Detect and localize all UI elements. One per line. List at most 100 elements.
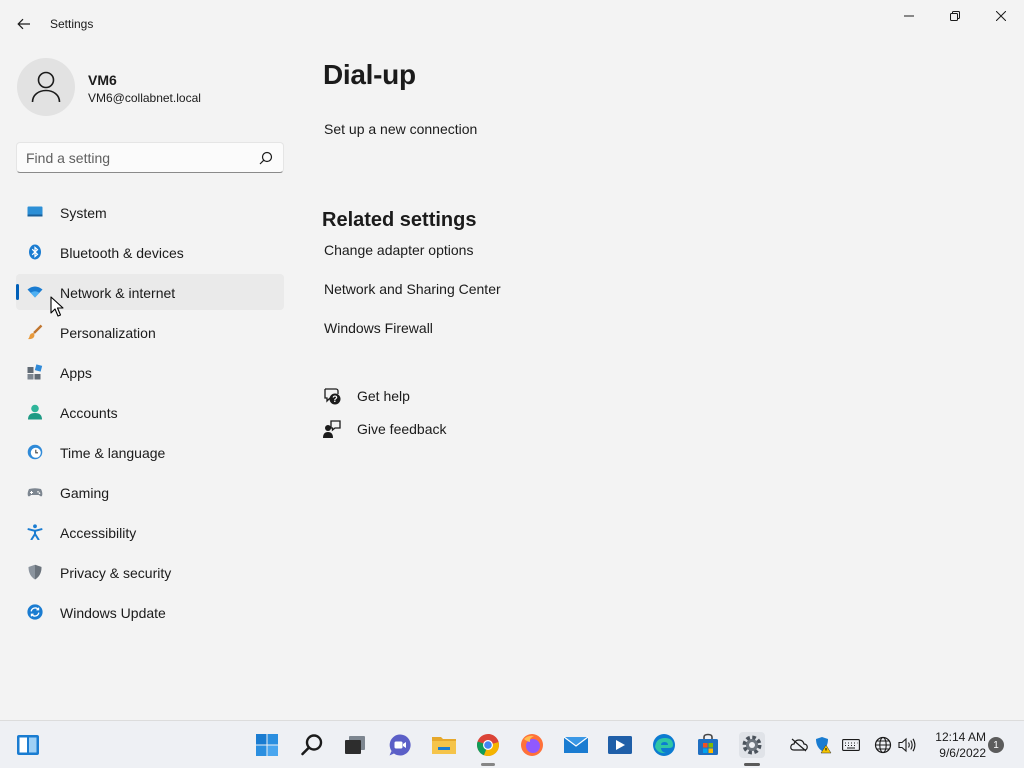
give-feedback-label: Give feedback bbox=[357, 421, 447, 437]
search-icon bbox=[301, 734, 323, 756]
network-sharing-center-link[interactable]: Network and Sharing Center bbox=[324, 281, 501, 297]
chat-icon bbox=[389, 734, 411, 756]
start-button[interactable] bbox=[254, 732, 280, 758]
task-view-icon bbox=[345, 736, 365, 754]
user-email: VM6@collabnet.local bbox=[88, 91, 201, 105]
volume-button[interactable] bbox=[898, 736, 916, 754]
firefox-icon bbox=[521, 734, 543, 756]
task-view-button[interactable] bbox=[342, 732, 368, 758]
sidebar-item-bluetooth[interactable]: Bluetooth & devices bbox=[16, 234, 284, 270]
notification-badge[interactable]: 1 bbox=[988, 737, 1004, 753]
change-adapter-options-link[interactable]: Change adapter options bbox=[324, 242, 473, 258]
page-title: Dial-up bbox=[323, 59, 416, 90]
keyboard-button[interactable] bbox=[842, 736, 860, 754]
app-title: Settings bbox=[50, 17, 94, 31]
gamepad-icon bbox=[27, 488, 43, 497]
network-globe-icon bbox=[874, 736, 892, 754]
store-button[interactable] bbox=[695, 732, 721, 758]
sidebar-item-label: Apps bbox=[60, 365, 92, 381]
sidebar-item-privacy[interactable]: Privacy & security bbox=[16, 554, 284, 590]
file-explorer-icon bbox=[432, 737, 456, 754]
mouse-cursor-icon bbox=[50, 296, 64, 317]
apps-icon bbox=[27, 364, 43, 380]
sidebar-item-label: Accounts bbox=[60, 405, 118, 421]
minimize-button[interactable] bbox=[886, 0, 932, 32]
svg-text:?: ? bbox=[332, 394, 338, 404]
keyboard-icon bbox=[842, 739, 860, 751]
sidebar-item-label: Privacy & security bbox=[60, 565, 172, 581]
firefox-button[interactable] bbox=[519, 732, 545, 758]
back-button[interactable] bbox=[10, 12, 38, 36]
volume-icon bbox=[898, 737, 916, 753]
sidebar-item-label: Windows Update bbox=[60, 605, 166, 621]
mail-button[interactable] bbox=[563, 732, 589, 758]
user-name: VM6 bbox=[88, 72, 117, 88]
shield-icon bbox=[28, 564, 42, 580]
give-feedback-link[interactable]: Give feedback bbox=[322, 418, 447, 440]
avatar[interactable] bbox=[17, 58, 75, 116]
update-icon bbox=[27, 604, 43, 620]
chrome-button[interactable] bbox=[475, 732, 501, 758]
person-icon bbox=[28, 404, 42, 420]
edge-icon bbox=[653, 734, 675, 756]
setup-connection-link[interactable]: Set up a new connection bbox=[324, 121, 477, 137]
clock-globe-icon bbox=[27, 444, 43, 460]
search-icon[interactable] bbox=[259, 151, 273, 165]
chrome-icon bbox=[477, 734, 499, 757]
sidebar-item-personalization[interactable]: Personalization bbox=[16, 314, 284, 350]
windows-firewall-link[interactable]: Windows Firewall bbox=[324, 320, 433, 336]
vm-app-button[interactable] bbox=[607, 732, 633, 758]
vm-icon bbox=[608, 736, 632, 754]
wifi-icon bbox=[27, 286, 43, 298]
security-button[interactable] bbox=[814, 736, 832, 754]
settings-taskbar-button[interactable] bbox=[739, 732, 765, 758]
maximize-button[interactable] bbox=[932, 0, 978, 32]
get-help-label: Get help bbox=[357, 388, 410, 404]
clock-time: 12:14 AM bbox=[935, 730, 986, 744]
settings-icon bbox=[742, 735, 762, 755]
sidebar-item-label: System bbox=[60, 205, 107, 221]
edge-button[interactable] bbox=[651, 732, 677, 758]
sidebar-item-time-language[interactable]: Time & language bbox=[16, 434, 284, 470]
sidebar-item-accounts[interactable]: Accounts bbox=[16, 394, 284, 430]
minimize-icon bbox=[904, 15, 914, 17]
sidebar-item-label: Network & internet bbox=[60, 285, 176, 301]
clock-date: 9/6/2022 bbox=[939, 746, 986, 760]
person-icon bbox=[31, 71, 61, 103]
feedback-icon bbox=[323, 420, 341, 438]
close-icon bbox=[996, 11, 1006, 21]
sidebar-item-gaming[interactable]: Gaming bbox=[16, 474, 284, 510]
bluetooth-icon bbox=[29, 244, 41, 260]
sidebar-item-label: Bluetooth & devices bbox=[60, 245, 184, 261]
taskbar-search-button[interactable] bbox=[299, 732, 325, 758]
get-help-icon: ? bbox=[324, 388, 341, 405]
accessibility-icon bbox=[27, 524, 43, 540]
widgets-button[interactable] bbox=[15, 732, 41, 758]
sidebar-item-accessibility[interactable]: Accessibility bbox=[16, 514, 284, 550]
selection-indicator bbox=[16, 284, 19, 300]
chrome-running-indicator bbox=[481, 763, 495, 766]
system-icon bbox=[27, 206, 43, 217]
sidebar-item-label: Accessibility bbox=[60, 525, 137, 541]
get-help-link[interactable]: ? Get help bbox=[322, 385, 410, 407]
sidebar-item-label: Gaming bbox=[60, 485, 110, 501]
start-icon bbox=[256, 734, 278, 756]
sidebar-item-system[interactable]: System bbox=[16, 194, 284, 230]
sidebar-item-label: Personalization bbox=[60, 325, 156, 341]
taskbar-clock[interactable]: 12:14 AM 9/6/2022 bbox=[926, 729, 986, 761]
search-input[interactable] bbox=[26, 149, 251, 167]
related-settings-heading: Related settings bbox=[322, 209, 477, 231]
back-arrow-icon bbox=[17, 18, 30, 30]
network-button[interactable] bbox=[874, 736, 892, 754]
widgets-icon bbox=[17, 735, 39, 755]
restore-icon bbox=[950, 11, 960, 21]
onedrive-button[interactable] bbox=[790, 736, 808, 754]
store-icon bbox=[698, 733, 718, 755]
file-explorer-button[interactable] bbox=[431, 732, 457, 758]
sidebar-item-windows-update[interactable]: Windows Update bbox=[16, 594, 284, 630]
sidebar-item-apps[interactable]: Apps bbox=[16, 354, 284, 390]
chat-button[interactable] bbox=[387, 732, 413, 758]
brush-icon bbox=[28, 324, 43, 340]
sidebar-nav: System Bluetooth & devices Network & int… bbox=[16, 194, 284, 634]
close-button[interactable] bbox=[978, 0, 1024, 32]
